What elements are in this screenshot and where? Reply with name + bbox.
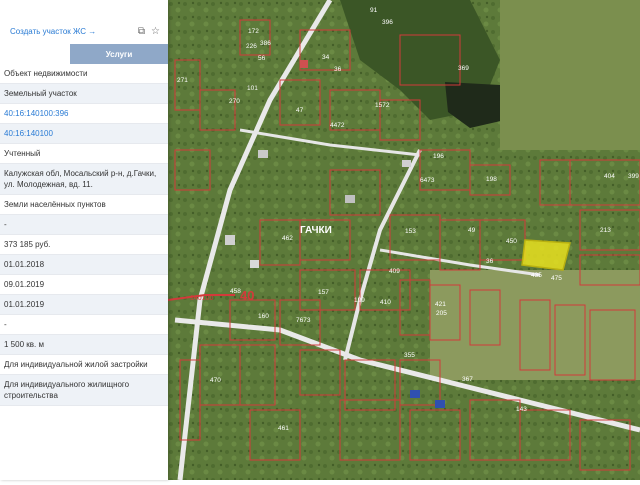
parcel-number-label: 36: [334, 66, 342, 73]
district-number-label: 40: [240, 288, 254, 303]
parcel-number-label: 101: [247, 85, 258, 92]
parcel-number-label: 153: [405, 228, 416, 235]
registration-date: 09.01.2019: [0, 275, 168, 295]
parcel-number-label: 205: [436, 310, 447, 317]
parcel-number-label: 6473: [420, 177, 435, 184]
parcel-number-label: 435: [531, 272, 542, 279]
parcel-number-label: 160: [258, 313, 269, 320]
parcel-number-label: 404: [604, 173, 615, 180]
cadastral-quarter-link[interactable]: 40:16:140100: [0, 124, 168, 144]
parcel-number-label: 470: [210, 377, 221, 384]
parcel-number-label: 1572: [375, 102, 390, 109]
parcel-number-label: 421: [435, 301, 446, 308]
land-category-value: Земли населённых пунктов: [0, 195, 168, 215]
parcel-number-label: 7673: [296, 317, 311, 324]
parcel-number-label: 271: [177, 77, 188, 84]
parcel-number-label: 4472: [330, 122, 345, 129]
parcel-number-label: 355: [404, 352, 415, 359]
parcel-number-label: 270: [229, 98, 240, 105]
field: [430, 270, 640, 380]
parcel-number-label: 396: [382, 19, 393, 26]
parcel-number-label: 450: [506, 238, 517, 245]
create-link-row: Создать участок ЖС → ⧉ ☆: [0, 18, 168, 44]
parcel-number-label: 399: [628, 173, 639, 180]
selected-parcel: [521, 239, 571, 271]
parcel-number-label: 196: [433, 153, 444, 160]
parcel-number-label: 410: [380, 299, 391, 306]
parcel-number-label: 213: [600, 227, 611, 234]
parcel-number-label: 157: [318, 289, 329, 296]
parcel-number-label: 198: [486, 176, 497, 183]
parcel-number-label: 462: [282, 235, 293, 242]
parcel-number-label: 172: [248, 28, 259, 35]
parcel-number-label: 409: [389, 268, 400, 275]
cadastral-number-link[interactable]: 40:16:140100:396: [0, 104, 168, 124]
empty-value: -: [0, 315, 168, 335]
application-date: 01.01.2019: [0, 295, 168, 315]
area-value: 1 500 кв. м: [0, 335, 168, 355]
object-type-label: Объект недвижимости: [0, 64, 168, 84]
parcel-number-label: 226: [246, 43, 257, 50]
object-type-value: Земельный участок: [0, 84, 168, 104]
services-tab[interactable]: Услуги: [70, 44, 168, 64]
status-value: Учтенный: [0, 144, 168, 164]
parcel-number-label: 47: [296, 107, 304, 114]
parcel-number-label: 461: [278, 425, 289, 432]
copy-icon[interactable]: ⧉: [138, 26, 145, 37]
parcel-number-label: 386: [260, 40, 271, 47]
parcel-number-label: 199: [354, 297, 365, 304]
panel-top-spacer: [0, 0, 168, 18]
info-panel: Создать участок ЖС → ⧉ ☆ Услуги Объект н…: [0, 0, 168, 480]
permitted-use-value: Для индивидуальной жилой застройки: [0, 355, 168, 375]
parcel-number-label: 56: [258, 55, 266, 62]
field: [500, 0, 640, 150]
value-date: 01.01.2018: [0, 255, 168, 275]
parcel-number-label: 49: [468, 227, 476, 234]
star-icon[interactable]: ☆: [151, 26, 160, 37]
parcel-number-label: 36: [486, 258, 494, 265]
panel-icons: ⧉ ☆: [138, 26, 160, 37]
create-parcel-link[interactable]: Создать участок ЖС →: [10, 27, 96, 36]
parcel-number-label: 34: [322, 54, 330, 61]
cadastral-value: 373 185 руб.: [0, 235, 168, 255]
permitted-use-document-value: Для индивидуального жилищного строительс…: [0, 375, 168, 406]
quarter-number-label: 140100: [190, 295, 213, 302]
village-label: ГАЧКИ: [300, 225, 332, 236]
parcel-number-label: 143: [516, 406, 527, 413]
parcel-number-label: 367: [462, 376, 473, 383]
address-value: Калужская обл, Мосальский р-н, д.Гачки, …: [0, 164, 168, 195]
parcel-number-label: 475: [551, 275, 562, 282]
parcel-number-label: 91: [370, 7, 378, 14]
form-of-ownership-value: -: [0, 215, 168, 235]
parcel-number-label: 369: [458, 65, 469, 72]
